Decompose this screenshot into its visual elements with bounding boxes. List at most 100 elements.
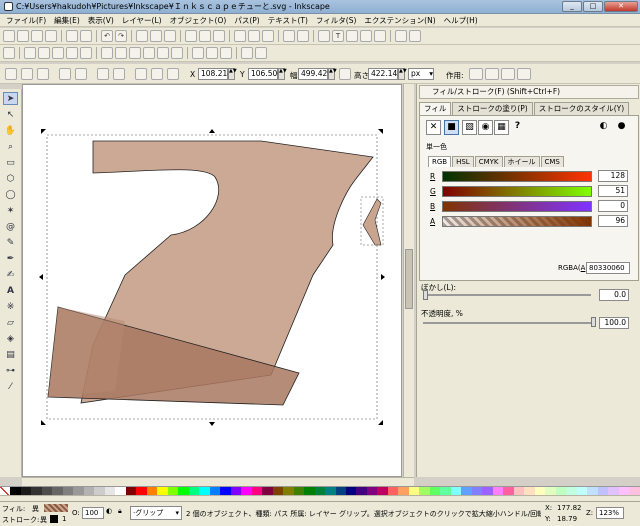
scale-corners-icon[interactable] — [485, 68, 499, 80]
fill-rule-nonzero-icon[interactable]: ● — [614, 120, 629, 135]
maximize-button[interactable]: □ — [583, 1, 603, 12]
stroke-swatch[interactable] — [50, 515, 58, 523]
opacity-slider-track[interactable] — [423, 322, 591, 324]
undo-icon[interactable]: ↶ — [101, 30, 113, 42]
align-icon[interactable] — [374, 30, 386, 42]
open-icon[interactable] — [17, 30, 29, 42]
drawing-area[interactable] — [23, 85, 403, 478]
zoom-input[interactable]: 123% — [596, 507, 624, 519]
flat-color-icon[interactable]: ■ — [444, 120, 459, 135]
snap-bbox-edge-icon[interactable] — [38, 47, 50, 59]
unit-select[interactable]: px ▾ — [408, 68, 434, 80]
menu-layer[interactable]: レイヤー(L) — [118, 15, 166, 26]
scale-stroke-icon[interactable] — [469, 68, 483, 80]
snap-cusp-icon[interactable] — [143, 47, 155, 59]
flip-vertical-icon[interactable] — [113, 68, 125, 80]
spiral-icon[interactable]: @ — [3, 220, 18, 233]
layers-icon[interactable] — [346, 30, 358, 42]
a-input[interactable]: 96 — [598, 215, 628, 227]
fill-swatch[interactable] — [44, 504, 68, 512]
g-slider[interactable] — [442, 186, 592, 197]
text-icon[interactable]: A — [3, 284, 18, 297]
lock-ratio-icon[interactable] — [339, 68, 351, 80]
rotate-ccw-icon[interactable] — [59, 68, 71, 80]
blur-slider-track[interactable] — [423, 294, 591, 296]
b-input[interactable]: 0 — [598, 200, 628, 212]
rgba-input[interactable]: 80330060 — [586, 262, 630, 274]
vertical-scrollbar[interactable] — [403, 84, 414, 477]
export-icon[interactable] — [80, 30, 92, 42]
y-input[interactable]: 106.500 — [248, 68, 282, 80]
zoom-page-icon[interactable] — [213, 30, 225, 42]
menu-filter[interactable]: フィルタ(S) — [312, 15, 360, 26]
no-paint-icon[interactable]: ✕ — [426, 120, 441, 135]
tab-fill[interactable]: フィル — [419, 102, 452, 115]
x-spin-arrows[interactable]: ▲▼ — [228, 68, 237, 80]
copy-icon[interactable] — [136, 30, 148, 42]
duplicate-icon[interactable] — [234, 30, 246, 42]
zoom-icon[interactable]: ⌕ — [3, 140, 18, 153]
deselect-icon[interactable] — [37, 68, 49, 80]
fill-stroke-icon[interactable] — [318, 30, 330, 42]
snap-center-icon[interactable] — [192, 47, 204, 59]
blur-slider-handle[interactable] — [423, 290, 428, 300]
select-all-icon[interactable] — [5, 68, 17, 80]
snap-guide-icon[interactable] — [255, 47, 267, 59]
r-input[interactable]: 128 — [598, 170, 628, 182]
color-palette[interactable] — [0, 486, 640, 496]
lower-icon[interactable] — [167, 68, 179, 80]
spray-icon[interactable]: ※ — [3, 300, 18, 313]
node-edit-icon[interactable]: ↖ — [3, 108, 18, 121]
canvas[interactable] — [22, 84, 402, 477]
snap-rotation-center-icon[interactable] — [206, 47, 218, 59]
unlink-clone-icon[interactable] — [262, 30, 274, 42]
menu-view[interactable]: 表示(V) — [84, 15, 118, 26]
horizontal-scrollbar[interactable] — [22, 477, 414, 486]
clone-icon[interactable] — [248, 30, 260, 42]
blur-input[interactable]: 0.0 — [599, 289, 629, 301]
redo-icon[interactable]: ↷ — [115, 30, 127, 42]
linear-gradient-icon[interactable]: ▧ — [462, 120, 477, 135]
connector-icon[interactable]: ⊶ — [3, 364, 18, 377]
r-slider[interactable] — [442, 171, 592, 182]
height-input[interactable]: 422.143 — [368, 68, 402, 80]
menu-path[interactable]: パス(P) — [230, 15, 263, 26]
selector-arrow-icon[interactable]: ➤ — [3, 92, 18, 105]
gradient-icon[interactable]: ▤ — [3, 348, 18, 361]
pattern-icon[interactable]: ▦ — [494, 120, 509, 135]
y-spin-arrows[interactable]: ▲▼ — [278, 68, 287, 80]
tweak-icon[interactable]: ✋ — [3, 124, 18, 137]
x-input[interactable]: 108.214 — [198, 68, 232, 80]
tab-wheel[interactable]: ホイール — [503, 156, 540, 167]
a-slider[interactable] — [442, 216, 592, 227]
opacity-input[interactable]: 100.0 — [599, 317, 629, 329]
menu-help[interactable]: ヘルプ(H) — [440, 15, 482, 26]
b-slider[interactable] — [442, 201, 592, 212]
shape-sliver[interactable] — [362, 198, 382, 246]
width-spin-arrows[interactable]: ▲▼ — [328, 68, 337, 80]
menu-extensions[interactable]: エクステンション(N) — [360, 15, 439, 26]
tab-rgb[interactable]: RGB — [428, 156, 452, 167]
width-input[interactable]: 499.429 — [298, 68, 332, 80]
radial-gradient-icon[interactable]: ◉ — [478, 120, 493, 135]
xml-editor-icon[interactable] — [360, 30, 372, 42]
select-all-layers-icon[interactable] — [21, 68, 33, 80]
3d-box-icon[interactable]: ⬡ — [3, 172, 18, 185]
zoom-selection-icon[interactable] — [185, 30, 197, 42]
g-input[interactable]: 51 — [598, 185, 628, 197]
snap-bbox-center-icon[interactable] — [80, 47, 92, 59]
minimize-button[interactable]: _ — [562, 1, 582, 12]
snap-page-icon[interactable] — [220, 47, 232, 59]
paste-icon[interactable] — [164, 30, 176, 42]
fill-rule-evenodd-icon[interactable]: ◐ — [596, 120, 611, 135]
close-button[interactable]: ✕ — [604, 1, 638, 12]
ungroup-icon[interactable] — [297, 30, 309, 42]
opacity-o-input[interactable]: 100 — [82, 507, 104, 519]
document-properties-icon[interactable] — [409, 30, 421, 42]
print-icon[interactable] — [45, 30, 57, 42]
new-document-icon[interactable] — [3, 30, 15, 42]
cut-icon[interactable] — [150, 30, 162, 42]
group-icon[interactable] — [283, 30, 295, 42]
save-icon[interactable] — [31, 30, 43, 42]
menu-edit[interactable]: 編集(E) — [50, 15, 84, 26]
